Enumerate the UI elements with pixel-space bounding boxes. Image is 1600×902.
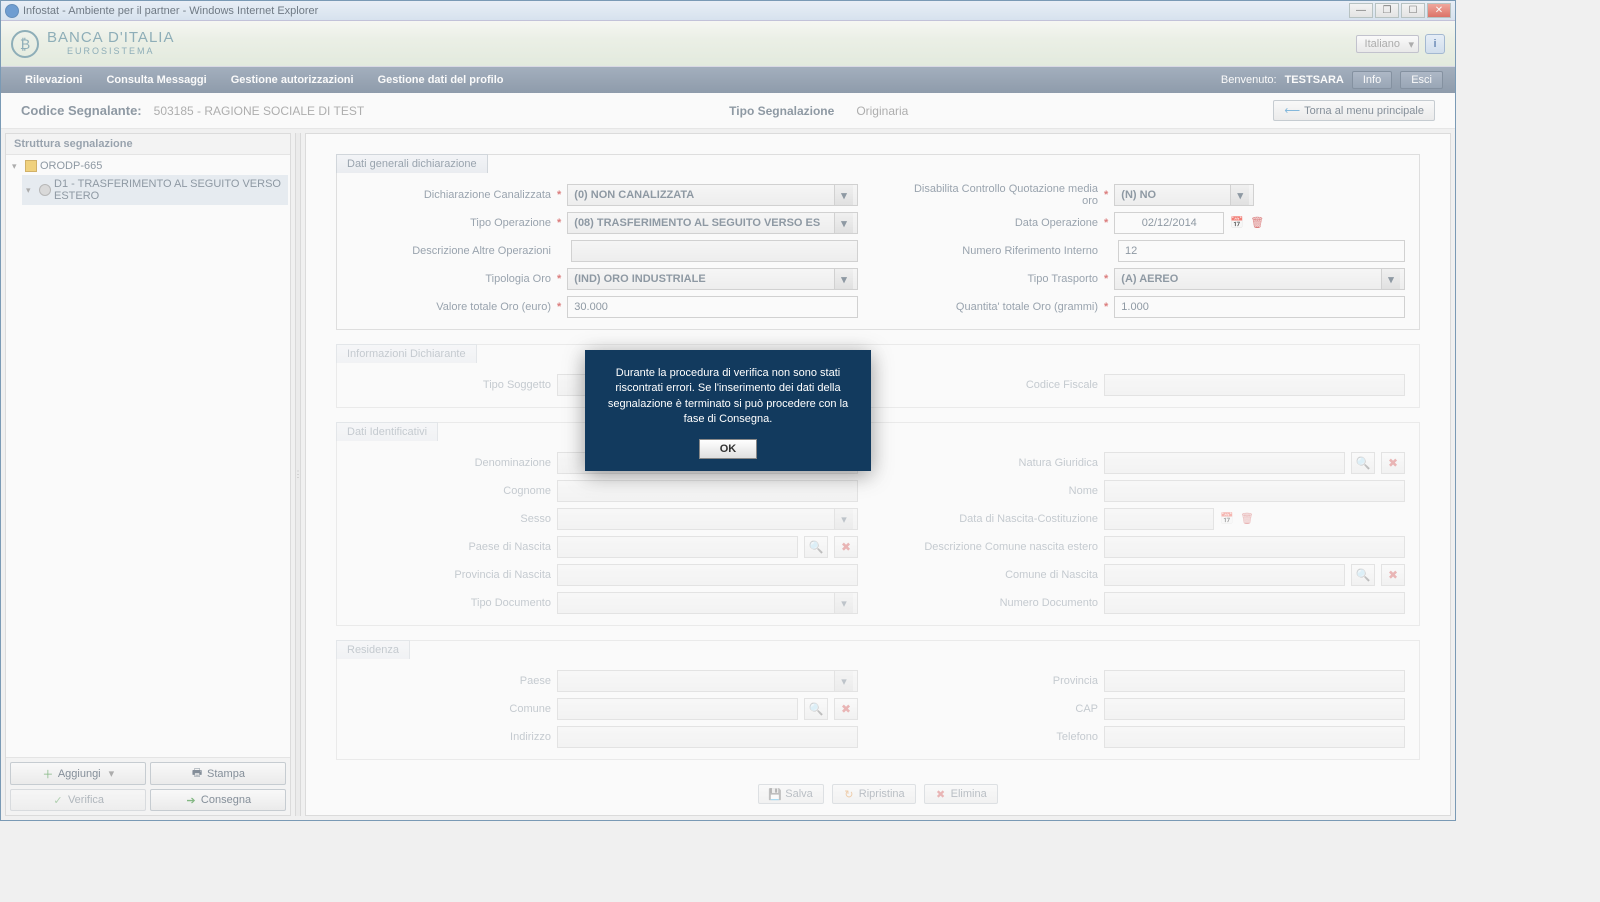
app-window: Infostat - Ambiente per il partner - Win…: [0, 0, 1456, 821]
verify-success-modal: Durante la procedura di verifica non son…: [585, 350, 871, 472]
modal-overlay: Durante la procedura di verifica non son…: [1, 1, 1455, 820]
modal-ok-button[interactable]: OK: [699, 439, 758, 459]
modal-message: Durante la procedura di verifica non son…: [599, 366, 857, 428]
